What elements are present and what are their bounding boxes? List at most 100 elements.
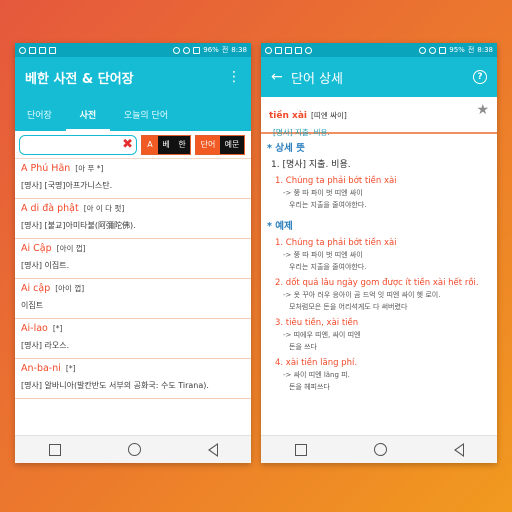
recent-apps-icon[interactable]	[48, 443, 61, 456]
example-sentence: 4. xài tiền lãng phí.	[275, 358, 358, 368]
headword: A di đà phật	[21, 203, 79, 214]
short-meaning: [명사] 지출. 비용.	[273, 128, 330, 137]
phone-dictionary-screen: 96% 전 8:38 베한 사전 & 단어장 ⋮ 단어장 사전 오늘의 단어 ✖…	[15, 43, 251, 463]
pronunciation: [아 푸 *]	[75, 164, 104, 173]
back-arrow-icon[interactable]: ←	[271, 69, 291, 85]
home-icon[interactable]	[127, 443, 141, 456]
edit-notification-icon	[275, 46, 282, 54]
entry-header: tiền xài [띠엔 싸이] [명사] 지출. 비용. ★	[261, 97, 497, 137]
example-item: 1. Chúng ta phải bớt tiền xài -> 쭝 따 파이 …	[275, 238, 491, 272]
headword: Ai cập	[21, 283, 51, 294]
list-item[interactable]: A di đà phật [아 이 다 펏] [명사] [불교]아미타불(阿彌陀佛…	[15, 199, 251, 239]
example-sentence: 1. Chúng ta phải bớt tiền xài	[275, 238, 397, 248]
example-item: 1. Chúng ta phải bớt tiền xài -> 쭝 따 파이 …	[275, 176, 491, 210]
bluetooth-icon	[173, 46, 181, 54]
section-title-meaning: * 상세 뜻	[267, 143, 305, 154]
mode-toggle: 단어 예문	[195, 134, 245, 155]
pronunciation: [아이 껍]	[55, 284, 85, 293]
mode-word-button[interactable]: 단어	[196, 135, 220, 154]
search-row: ✖ A 베 한 단어 예문	[15, 131, 251, 159]
overflow-menu-icon[interactable]: ⋮	[227, 69, 241, 85]
tab-dictionary[interactable]: 사전	[60, 97, 116, 131]
back-icon[interactable]	[207, 442, 218, 457]
clear-search-icon[interactable]: ✖	[122, 137, 133, 152]
example-translation: 우리는 지출을 줄여야한다.	[289, 263, 367, 271]
example-sentence: 2. dốt quá lâu ngày gom được ít tiền xài…	[275, 278, 479, 288]
pronunciation: [띠엔 싸이]	[311, 111, 347, 120]
star-icon[interactable]: ★	[476, 102, 489, 118]
list-item[interactable]: Ai cập [아이 껍] 이집트	[15, 279, 251, 319]
tab-wordbook[interactable]: 단어장	[19, 97, 60, 131]
search-box: ✖	[19, 134, 137, 158]
example-pronunciation: -> 띠에우 띠엔, 싸이 띠엔	[283, 331, 361, 339]
alarm-icon	[183, 46, 191, 54]
battery-percent: 96%	[203, 46, 219, 54]
clock: 8:38	[477, 46, 493, 54]
carrier-label: 전	[467, 46, 475, 54]
example-translation: 돈을 쓰다	[289, 343, 317, 351]
example-pronunciation: -> 싸이 띠엔 lãng 피.	[283, 371, 350, 379]
headword: Ai Cập	[21, 243, 52, 254]
search-input[interactable]	[20, 139, 136, 158]
download-notification-icon	[295, 46, 302, 54]
list-item[interactable]: An-ba-ni [*] [명사] 알바니아(발칸반도 서부의 공화국: 수도 T…	[15, 359, 251, 399]
signal-icon	[439, 46, 447, 54]
download-notification-icon	[49, 46, 56, 54]
meaning: [명사] [국명]아프가니스탄.	[21, 181, 113, 190]
example-item: 4. xài tiền lãng phí. -> 싸이 띠엔 lãng 피. 돈…	[275, 358, 491, 392]
example-pronunciation: -> 옷 꾸아 러우 응아이 곰 드억 잇 띠엔 싸이 헷 로이.	[283, 291, 441, 299]
battery-percent: 95%	[449, 46, 465, 54]
list-item[interactable]: A Phú Hãn [아 푸 *] [명사] [국명]아프가니스탄.	[15, 159, 251, 199]
lang-option-vi[interactable]: 베	[158, 135, 174, 154]
app-bar: 베한 사전 & 단어장 ⋮	[15, 57, 251, 97]
entry-detail: * 상세 뜻 1. [명사] 지출. 비용. 1. Chúng ta phải …	[261, 134, 497, 394]
image-notification-icon	[39, 46, 46, 54]
pronunciation: [아 이 다 펏]	[83, 204, 125, 213]
wifi-icon	[305, 46, 312, 54]
headword: A Phú Hãn	[21, 163, 71, 174]
lang-option-a[interactable]: A	[142, 135, 158, 154]
system-nav-bar	[15, 435, 251, 463]
app-notification-icon	[265, 46, 272, 54]
example-sentence: 3. tiêu tiền, xài tiền	[275, 318, 359, 328]
meaning: [명사] 이집트.	[21, 261, 70, 270]
status-bar: 95% 전 8:38	[261, 43, 497, 57]
lang-option-ko[interactable]: 한	[174, 135, 190, 154]
example-translation: 모처럼모은 돈을 어리석게도 다 써버렸다	[289, 303, 408, 311]
app-notification-icon	[19, 46, 26, 54]
alarm-icon	[429, 46, 437, 54]
list-item[interactable]: Ai Cập [아이 껍] [명사] 이집트.	[15, 239, 251, 279]
bluetooth-icon	[419, 46, 427, 54]
example-translation: 우리는 지출을 줄여야한다.	[289, 201, 367, 209]
back-icon[interactable]	[453, 442, 464, 457]
example-pronunciation: -> 쭝 따 파이 벗 띠엔 싸이	[283, 189, 363, 197]
example-item: 3. tiêu tiền, xài tiền -> 띠에우 띠엔, 싸이 띠엔 …	[275, 318, 491, 352]
edit-notification-icon	[29, 46, 36, 54]
list-item[interactable]: Ai-lao [*] [명사] 라오스.	[15, 319, 251, 359]
app-bar: ← 단어 상세 ?	[261, 57, 497, 97]
pronunciation: [*]	[52, 324, 63, 333]
status-bar: 96% 전 8:38	[15, 43, 251, 57]
definition: 1. [명사] 지출. 비용.	[271, 160, 351, 170]
help-icon[interactable]: ?	[473, 70, 487, 84]
clock: 8:38	[231, 46, 247, 54]
tab-bar: 단어장 사전 오늘의 단어	[15, 97, 251, 131]
recent-apps-icon[interactable]	[294, 443, 307, 456]
signal-icon	[193, 46, 201, 54]
mode-example-button[interactable]: 예문	[220, 135, 244, 154]
home-icon[interactable]	[373, 443, 387, 456]
meaning: [명사] [불교]아미타불(阿彌陀佛).	[21, 221, 136, 230]
carrier-label: 전	[221, 46, 229, 54]
meaning: 이집트	[21, 301, 44, 310]
example-translation: 돈을 헤피쓰다	[289, 383, 330, 391]
meaning: [명사] 알바니아(발칸반도 서부의 공화국: 수도 Tirana).	[21, 381, 209, 390]
example-pronunciation: -> 쭝 따 파이 벗 띠엔 싸이	[283, 251, 363, 259]
meaning: [명사] 라오스.	[21, 341, 70, 350]
pronunciation: [*]	[65, 364, 76, 373]
language-toggle: A 베 한	[141, 134, 191, 155]
tab-word-of-the-day[interactable]: 오늘의 단어	[116, 97, 176, 131]
pronunciation: [아이 껍]	[56, 244, 86, 253]
system-nav-bar	[261, 435, 497, 463]
headword: Ai-lao	[21, 323, 48, 334]
phone-word-detail-screen: 95% 전 8:38 ← 단어 상세 ? tiền xài [띠엔 싸이] [명사…	[261, 43, 497, 463]
